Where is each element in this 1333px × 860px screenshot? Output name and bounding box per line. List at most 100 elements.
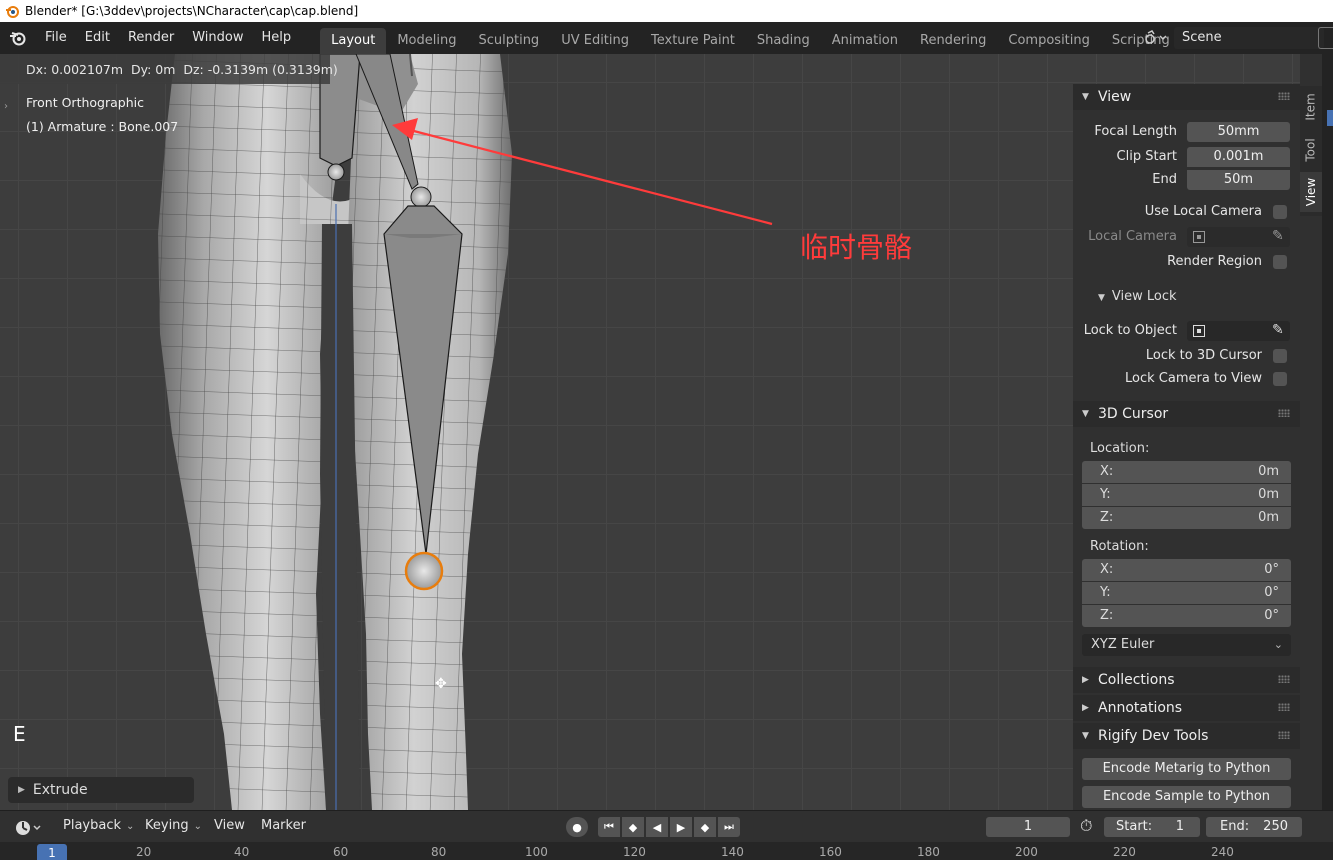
axis-value: 0° (1264, 585, 1279, 600)
eyedropper-icon[interactable]: ✎ (1272, 228, 1284, 244)
ruler-tick: 140 (721, 845, 744, 859)
timeline-ruler[interactable]: 1 20 40 60 80 100 120 140 160 180 200 22… (0, 842, 1333, 860)
encode-sample-button[interactable]: Encode Sample to Python (1082, 786, 1291, 808)
toolbar-expand-icon[interactable]: › (4, 101, 8, 112)
menu-render[interactable]: Render (119, 22, 183, 54)
tab-layout[interactable]: Layout (320, 28, 387, 54)
lock-to-object-label: Lock to Object (1083, 323, 1177, 338)
rotation-mode-dropdown[interactable]: XYZ Euler ⌄ (1082, 634, 1291, 656)
tab-animation[interactable]: Animation (821, 28, 909, 54)
panel-rigify-title: Rigify Dev Tools (1098, 728, 1209, 744)
play-reverse-icon[interactable]: ◀ (646, 817, 668, 837)
cursor-rotation-z[interactable]: Z: 0° (1082, 605, 1291, 627)
chevron-down-icon: ⌄ (1273, 638, 1283, 651)
jump-start-icon[interactable]: ⏮ (598, 817, 620, 837)
ruler-tick: 20 (136, 845, 152, 859)
menu-file[interactable]: File (36, 22, 76, 54)
eyedropper-icon[interactable]: ✎ (1272, 322, 1284, 338)
cursor-rotation-x[interactable]: X: 0° (1082, 559, 1291, 581)
lock-to-cursor-checkbox[interactable] (1273, 349, 1287, 363)
scroll-indicator[interactable] (1327, 110, 1333, 126)
ruler-tick: 240 (1211, 845, 1234, 859)
panel-annotations-header[interactable]: ▶ Annotations (1073, 695, 1300, 721)
jump-end-icon[interactable]: ⏭ (718, 817, 740, 837)
scene-name-field[interactable]: Scene (1174, 27, 1324, 49)
tab-texture-paint[interactable]: Texture Paint (640, 28, 746, 54)
start-frame-field[interactable]: Start: 1 (1104, 817, 1200, 837)
menu-window[interactable]: Window (183, 22, 252, 54)
current-frame-field[interactable]: 1 (986, 817, 1070, 837)
cursor-location-x[interactable]: X: 0m (1082, 461, 1291, 483)
axis-label: Z: (1100, 608, 1114, 623)
end-frame-field[interactable]: End: 250 (1206, 817, 1302, 837)
view-lock-header[interactable]: ▼ View Lock (1098, 289, 1177, 304)
drag-grip-icon[interactable] (1278, 703, 1290, 711)
playhead[interactable]: 1 (37, 844, 67, 860)
tab-uv-editing[interactable]: UV Editing (550, 28, 640, 54)
menu-keying-label: Keying (145, 818, 189, 833)
menu-playback-label: Playback (63, 818, 122, 833)
scene-icon[interactable] (1140, 30, 1174, 46)
clip-start-field[interactable]: 0.001m (1187, 147, 1290, 167)
cursor-rotation-y[interactable]: Y: 0° (1082, 582, 1291, 604)
start-label: Start: (1116, 819, 1153, 834)
prev-keyframe-icon[interactable]: ◆ (622, 817, 644, 837)
panel-rigify-header[interactable]: ▼ Rigify Dev Tools (1073, 723, 1300, 749)
ruler-tick: 40 (234, 845, 250, 859)
drag-grip-icon[interactable] (1278, 731, 1290, 739)
menu-playback[interactable]: Playback ⌄ (63, 818, 134, 833)
record-icon[interactable]: ● (566, 817, 588, 837)
panel-3d-cursor-header[interactable]: ▼ 3D Cursor (1073, 401, 1300, 427)
focal-length-field[interactable]: 50mm (1187, 122, 1290, 142)
active-object-label: (1) Armature : Bone.007 (26, 119, 179, 134)
tab-item[interactable]: Item (1300, 86, 1322, 128)
bone-tail-selected (404, 551, 444, 591)
drag-grip-icon[interactable] (1278, 92, 1290, 100)
tab-modeling[interactable]: Modeling (386, 28, 467, 54)
tab-view-label: View (1304, 177, 1319, 207)
last-operator-panel[interactable]: ▶ Extrude (8, 777, 194, 803)
tab-tool[interactable]: Tool (1300, 130, 1322, 170)
menu-marker[interactable]: Marker (261, 818, 306, 833)
tab-view[interactable]: View (1300, 172, 1322, 212)
location-label: Location: (1090, 441, 1150, 456)
view-name-label: Front Orthographic (26, 95, 144, 110)
use-local-camera-checkbox[interactable] (1273, 205, 1287, 219)
blender-logo-icon (4, 3, 20, 19)
play-icon[interactable]: ▶ (670, 817, 692, 837)
render-region-label: Render Region (1167, 254, 1262, 269)
window-title-bar: Blender* [G:\3ddev\projects\NCharacter\c… (0, 0, 1333, 22)
ruler-tick: 80 (431, 845, 447, 859)
menu-view[interactable]: View (214, 818, 245, 833)
panel-collections-header[interactable]: ▶ Collections (1073, 667, 1300, 693)
stopwatch-icon[interactable]: ⏱ (1080, 816, 1092, 836)
editor-type-icon[interactable] (14, 818, 48, 838)
tab-rendering[interactable]: Rendering (909, 28, 997, 54)
panel-3d-cursor-title: 3D Cursor (1098, 406, 1169, 422)
menu-help[interactable]: Help (253, 22, 301, 54)
use-local-camera-label: Use Local Camera (1144, 204, 1262, 219)
menu-edit[interactable]: Edit (76, 22, 119, 54)
tab-sculpting[interactable]: Sculpting (467, 28, 550, 54)
render-region-checkbox[interactable] (1273, 255, 1287, 269)
drag-grip-icon[interactable] (1278, 675, 1290, 683)
panel-view-title: View (1098, 89, 1132, 105)
drag-grip-icon[interactable] (1278, 409, 1290, 417)
new-scene-icon[interactable] (1318, 27, 1333, 49)
collapse-triangle-icon: ▼ (1082, 731, 1089, 741)
mouse-cursor-icon: ✥ (435, 676, 447, 692)
encode-metarig-button[interactable]: Encode Metarig to Python (1082, 758, 1291, 780)
clip-end-field[interactable]: 50m (1187, 170, 1290, 190)
panel-view-header[interactable]: ▼ View (1073, 84, 1300, 110)
cursor-location-z[interactable]: Z: 0m (1082, 507, 1291, 529)
lock-camera-checkbox[interactable] (1273, 372, 1287, 386)
blender-menu-icon[interactable] (0, 22, 36, 54)
axis-value: 0° (1264, 608, 1279, 623)
end-label: End: (1220, 819, 1250, 834)
menu-keying[interactable]: Keying ⌄ (145, 818, 202, 833)
next-keyframe-icon[interactable]: ◆ (694, 817, 716, 837)
transform-delta-readout: Dx: 0.002107m Dy: 0m Dz: -0.3139m (0.313… (26, 62, 338, 77)
cursor-location-y[interactable]: Y: 0m (1082, 484, 1291, 506)
tab-shading[interactable]: Shading (746, 28, 821, 54)
tab-compositing[interactable]: Compositing (997, 28, 1101, 54)
